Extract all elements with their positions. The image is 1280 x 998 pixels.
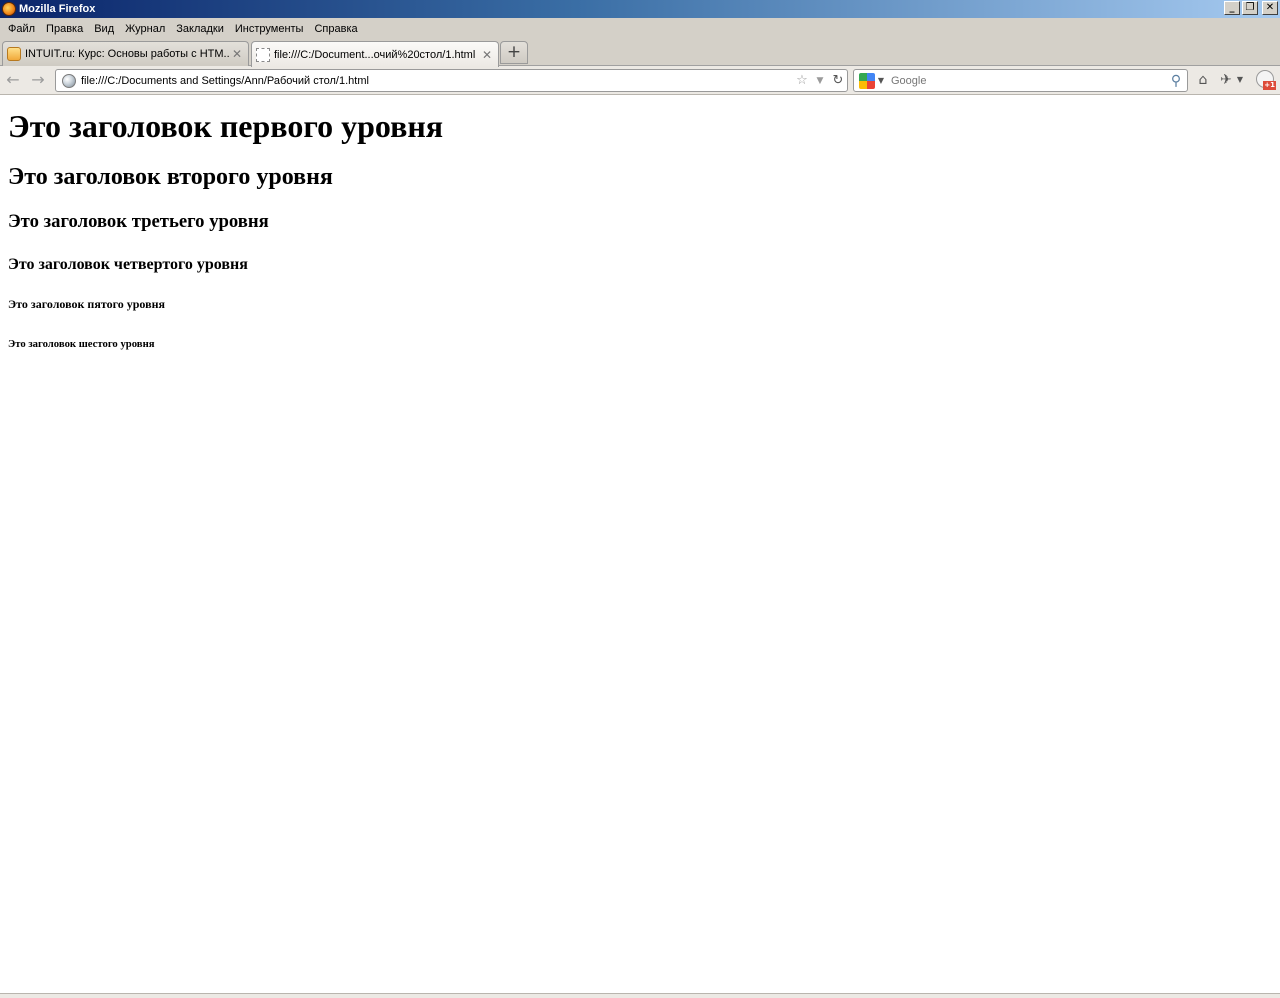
page-content: Это заголовок первого уровня Это заголов… <box>0 96 1280 993</box>
menu-bar: Файл Правка Вид Журнал Закладки Инструме… <box>0 18 1280 39</box>
site-identity-icon[interactable] <box>62 73 76 88</box>
menu-view[interactable]: Вид <box>89 23 119 35</box>
window-title: Mozilla Firefox <box>19 3 96 15</box>
tab-label: file:///C:/Document...очий%20стол/1.html <box>274 48 476 61</box>
url-field[interactable]: file:///C:/Documents and Settings/Ann/Ра… <box>81 75 793 87</box>
menu-bookmarks[interactable]: Закладки <box>171 23 229 35</box>
google-plus-one-icon[interactable] <box>1254 70 1276 90</box>
intuit-favicon-icon <box>7 47 21 61</box>
addon-toolbar-icon[interactable]: ✈ <box>1216 70 1236 90</box>
google-engine-icon[interactable] <box>859 72 875 89</box>
navigation-toolbar: ← → file:///C:/Documents and Settings/An… <box>0 66 1280 95</box>
menu-tools[interactable]: Инструменты <box>230 23 309 35</box>
heading-level-1: Это заголовок первого уровня <box>8 108 444 144</box>
engine-dropdown-icon[interactable]: ▼ <box>875 76 887 85</box>
home-icon[interactable]: ⌂ <box>1193 70 1213 90</box>
forward-arrow-icon[interactable]: → <box>27 70 49 90</box>
window-title-bar: Mozilla Firefox _ ❐ ✕ <box>0 0 1280 18</box>
menu-file[interactable]: Файл <box>3 23 40 35</box>
menu-edit[interactable]: Правка <box>41 23 88 35</box>
google-plus-badge-icon <box>1256 70 1276 90</box>
tab-local-file[interactable]: file:///C:/Document...очий%20стол/1.html… <box>251 41 499 67</box>
new-tab-button[interactable]: + <box>500 41 528 64</box>
heading-level-3: Это заголовок третьего уровня <box>8 211 269 232</box>
close-window-button[interactable]: ✕ <box>1262 1 1278 15</box>
menu-history[interactable]: Журнал <box>120 23 170 35</box>
heading-level-5: Это заголовок пятого уровня <box>8 297 165 311</box>
heading-level-6: Это заголовок шестого уровня <box>8 338 155 350</box>
heading-level-2: Это заголовок второго уровня <box>8 164 333 190</box>
tab-close-icon[interactable]: ✕ <box>480 48 494 62</box>
restore-button[interactable]: ❐ <box>1242 1 1258 15</box>
back-arrow-icon[interactable]: ← <box>2 70 24 90</box>
firefox-logo-icon <box>2 2 16 16</box>
bookmark-star-icon[interactable]: ☆ <box>793 73 811 88</box>
minimize-button[interactable]: _ <box>1224 1 1240 15</box>
search-magnifier-icon[interactable]: ⚲ <box>1165 73 1187 89</box>
search-bar: ▼ ⚲ <box>853 69 1188 92</box>
reload-icon[interactable]: ↻ <box>829 73 847 88</box>
search-input[interactable] <box>887 74 1165 87</box>
menu-help[interactable]: Справка <box>309 23 362 35</box>
blank-page-favicon-icon <box>256 47 270 62</box>
window-controls: _ ❐ ✕ <box>1224 1 1278 15</box>
tab-label: INTUIT.ru: Курс: Основы работы с HTM... <box>25 48 230 60</box>
tab-strip: INTUIT.ru: Курс: Основы работы с HTM... … <box>0 39 1280 67</box>
heading-level-4: Это заголовок четвертого уровня <box>8 256 248 273</box>
tab-intuit[interactable]: INTUIT.ru: Курс: Основы работы с HTM... … <box>2 41 249 66</box>
address-bar[interactable]: file:///C:/Documents and Settings/Ann/Ра… <box>55 69 848 92</box>
addon-dropdown-icon[interactable]: ▼ <box>1234 70 1246 90</box>
url-history-dropdown-icon[interactable]: ▼ <box>811 76 829 86</box>
tab-close-icon[interactable]: ✕ <box>230 47 244 61</box>
status-bar <box>0 993 1280 998</box>
